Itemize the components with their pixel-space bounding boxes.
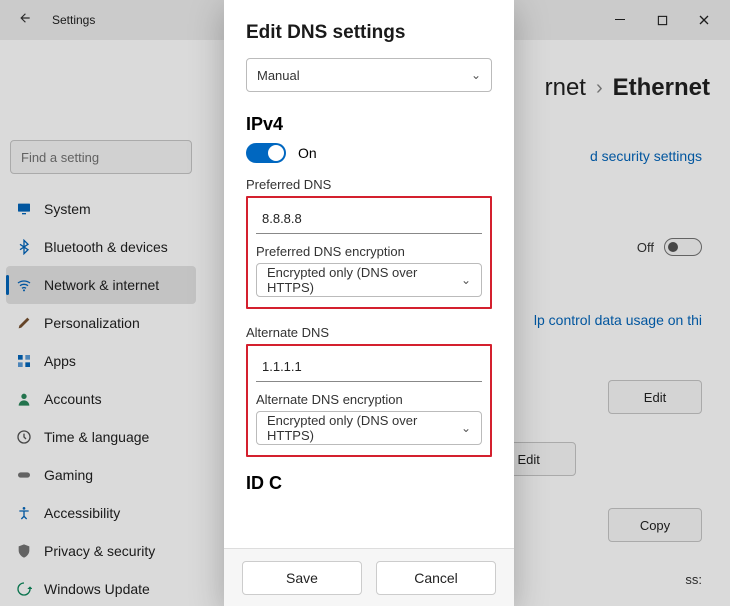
alternate-dns-encryption-select[interactable]: Encrypted only (DNS over HTTPS) ⌄: [256, 411, 482, 445]
preferred-dns-highlight: Preferred DNS encryption Encrypted only …: [246, 196, 492, 309]
dns-mode-select[interactable]: Manual ⌄: [246, 58, 492, 92]
ipv4-heading: IPv4: [246, 114, 492, 135]
chevron-down-icon: ⌄: [471, 68, 481, 82]
dns-mode-value: Manual: [257, 68, 300, 83]
preferred-dns-label: Preferred DNS: [246, 177, 492, 192]
alternate-dns-encryption-label: Alternate DNS encryption: [256, 392, 482, 407]
ipv4-toggle[interactable]: [246, 143, 286, 163]
cancel-button[interactable]: Cancel: [376, 561, 496, 595]
preferred-dns-encryption-select[interactable]: Encrypted only (DNS over HTTPS) ⌄: [256, 263, 482, 297]
ipv4-on-label: On: [298, 145, 317, 161]
alternate-dns-input[interactable]: [256, 352, 482, 382]
alternate-dns-highlight: Alternate DNS encryption Encrypted only …: [246, 344, 492, 457]
dialog-title: Edit DNS settings: [246, 22, 492, 44]
alternate-dns-label: Alternate DNS: [246, 325, 492, 340]
alternate-dns-encryption-value: Encrypted only (DNS over HTTPS): [267, 413, 461, 443]
chevron-down-icon: ⌄: [461, 421, 471, 435]
dialog-footer: Save Cancel: [224, 548, 514, 606]
preferred-dns-encryption-label: Preferred DNS encryption: [256, 244, 482, 259]
save-button[interactable]: Save: [242, 561, 362, 595]
preferred-dns-encryption-value: Encrypted only (DNS over HTTPS): [267, 265, 461, 295]
edit-dns-dialog: Edit DNS settings Manual ⌄ IPv4 On Prefe…: [224, 0, 514, 606]
preferred-dns-input[interactable]: [256, 204, 482, 234]
ipv6-heading: ID C: [246, 473, 492, 491]
chevron-down-icon: ⌄: [461, 273, 471, 287]
